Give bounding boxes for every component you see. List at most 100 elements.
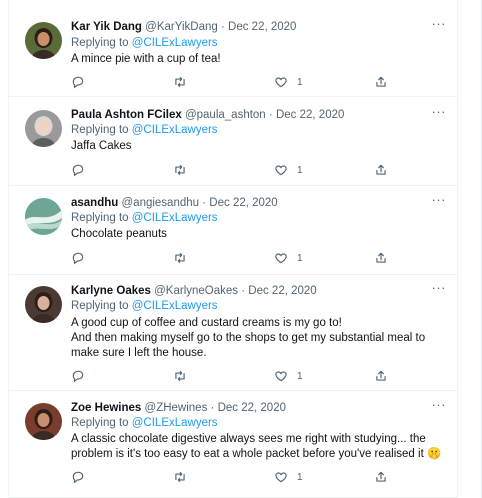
- like-count: 1: [297, 252, 303, 264]
- separator-dot: ·: [210, 402, 215, 414]
- tweet-text-line: Chocolate peanuts: [71, 228, 167, 240]
- replying-to: Replying to @CILExLawyers: [71, 299, 218, 313]
- reply-button[interactable]: [71, 469, 85, 485]
- avatar[interactable]: [25, 22, 62, 59]
- share-button[interactable]: [374, 74, 388, 90]
- mention-link[interactable]: @CILExLawyers: [132, 300, 218, 312]
- reply-button[interactable]: [71, 74, 85, 90]
- reply-button[interactable]: [71, 250, 85, 266]
- like-button[interactable]: 1: [274, 368, 303, 384]
- tweet-text-line: A classic chocolate digestive always see…: [71, 433, 426, 445]
- separator-dot: ·: [202, 197, 207, 209]
- tweet-actions: 1: [71, 469, 401, 485]
- display-name[interactable]: Kar Yik Dang: [71, 21, 142, 33]
- avatar[interactable]: [25, 198, 62, 235]
- retweet-icon: [175, 252, 185, 264]
- mention-link[interactable]: @CILExLawyers: [132, 212, 218, 224]
- display-name[interactable]: Paula Ashton FCilex: [71, 109, 182, 121]
- retweet-icon: [175, 164, 185, 176]
- replying-prefix: Replying to: [71, 417, 129, 429]
- tweet-date[interactable]: Dec 22, 2020: [218, 402, 286, 414]
- share-icon: [376, 76, 386, 87]
- share-button[interactable]: [374, 162, 388, 178]
- tweet-text: A good cup of coffee and custard creams …: [71, 316, 448, 361]
- replying-prefix: Replying to: [71, 212, 129, 224]
- share-button[interactable]: [374, 250, 388, 266]
- mention-link[interactable]: @CILExLawyers: [132, 124, 218, 136]
- tweet-date[interactable]: Dec 22, 2020: [228, 21, 296, 33]
- reply-icon: [72, 164, 84, 177]
- replying-prefix: Replying to: [71, 124, 129, 136]
- tweet-reply[interactable]: asandhu @angiesandhu · Dec 22, 2020 ··· Re…: [9, 186, 458, 275]
- reply-thread: Kar Yik Dang @KarYikDang · Dec 22, 2020 ·…: [8, 0, 458, 498]
- tweet-date[interactable]: Dec 22, 2020: [209, 197, 277, 209]
- user-handle[interactable]: @paula_ashton: [185, 109, 266, 121]
- like-button[interactable]: 1: [274, 469, 303, 485]
- tweet-actions: 1: [71, 162, 401, 178]
- reply-button[interactable]: [71, 368, 85, 384]
- retweet-icon: [175, 471, 185, 483]
- share-icon: [376, 164, 386, 175]
- reply-icon: [72, 370, 84, 383]
- display-name[interactable]: asandhu: [71, 197, 118, 209]
- retweet-icon: [175, 370, 185, 382]
- tweet-reply[interactable]: Zoe Hewines @ZHewines · Dec 22, 2020 ··· R…: [9, 391, 458, 498]
- retweet-button[interactable]: [173, 162, 187, 178]
- tweet-text-line: And then making myself go to the shops t…: [71, 332, 426, 344]
- mention-link[interactable]: @CILExLawyers: [132, 37, 218, 49]
- tweet-date[interactable]: Dec 22, 2020: [248, 285, 316, 297]
- share-button[interactable]: [374, 469, 388, 485]
- tweet-text-line: A mince pie with a cup of tea!: [71, 53, 221, 65]
- more-options-icon[interactable]: ···: [432, 104, 447, 119]
- like-count: 1: [297, 164, 303, 176]
- retweet-button[interactable]: [173, 250, 187, 266]
- separator-dot: ·: [241, 285, 246, 297]
- tweet-reply[interactable]: Paula Ashton FCilex @paula_ashton · Dec …: [9, 97, 458, 186]
- retweet-icon: [175, 76, 185, 88]
- tweet-reply[interactable]: Kar Yik Dang @KarYikDang · Dec 22, 2020 ·…: [9, 0, 458, 97]
- mention-link[interactable]: @CILExLawyers: [132, 417, 218, 429]
- avatar[interactable]: [25, 286, 62, 323]
- reply-button[interactable]: [71, 162, 85, 178]
- retweet-button[interactable]: [173, 469, 187, 485]
- like-count: 1: [297, 76, 303, 88]
- tweet-actions: 1: [71, 250, 401, 266]
- tweet-reply[interactable]: Karlyne Oakes @KarlyneOakes · Dec 22, 20…: [9, 275, 458, 391]
- user-handle[interactable]: @KarYikDang: [145, 21, 218, 33]
- tweet-header: asandhu @angiesandhu · Dec 22, 2020: [71, 196, 418, 210]
- like-button[interactable]: 1: [274, 74, 303, 90]
- user-handle[interactable]: @angiesandhu: [122, 197, 200, 209]
- user-handle[interactable]: @ZHewines: [145, 402, 208, 414]
- like-button[interactable]: 1: [274, 162, 303, 178]
- more-options-icon[interactable]: ···: [432, 280, 447, 295]
- more-options-icon[interactable]: ···: [432, 16, 447, 31]
- like-button[interactable]: 1: [274, 250, 303, 266]
- tweet-text: Jaffa Cakes: [71, 139, 448, 154]
- share-icon: [376, 252, 386, 263]
- tweet-text-line: make sure I left the house.: [71, 347, 207, 359]
- heart-icon: [275, 253, 287, 264]
- tweet-actions: 1: [71, 74, 401, 90]
- reply-icon: [72, 252, 84, 265]
- avatar[interactable]: [25, 403, 62, 440]
- separator-dot: ·: [220, 21, 225, 33]
- replying-to: Replying to @CILExLawyers: [71, 123, 218, 137]
- tweet-text-line: A good cup of coffee and custard creams …: [71, 317, 342, 329]
- avatar[interactable]: [25, 110, 62, 147]
- share-button[interactable]: [374, 368, 388, 384]
- replying-to: Replying to @CILExLawyers: [71, 211, 218, 225]
- retweet-button[interactable]: [173, 368, 187, 384]
- more-options-icon[interactable]: ···: [432, 192, 447, 207]
- display-name[interactable]: Karlyne Oakes: [71, 285, 151, 297]
- more-options-icon[interactable]: ···: [432, 397, 447, 412]
- user-handle[interactable]: @KarlyneOakes: [154, 285, 238, 297]
- replying-to: Replying to @CILExLawyers: [71, 36, 218, 50]
- tweet-text: A classic chocolate digestive always see…: [71, 432, 448, 462]
- separator-dot: ·: [268, 109, 273, 121]
- tweet-date[interactable]: Dec 22, 2020: [276, 109, 344, 121]
- display-name[interactable]: Zoe Hewines: [71, 402, 141, 414]
- tweet-text-line: Jaffa Cakes: [71, 140, 132, 152]
- share-icon: [376, 471, 386, 482]
- heart-icon: [275, 77, 287, 88]
- retweet-button[interactable]: [173, 74, 187, 90]
